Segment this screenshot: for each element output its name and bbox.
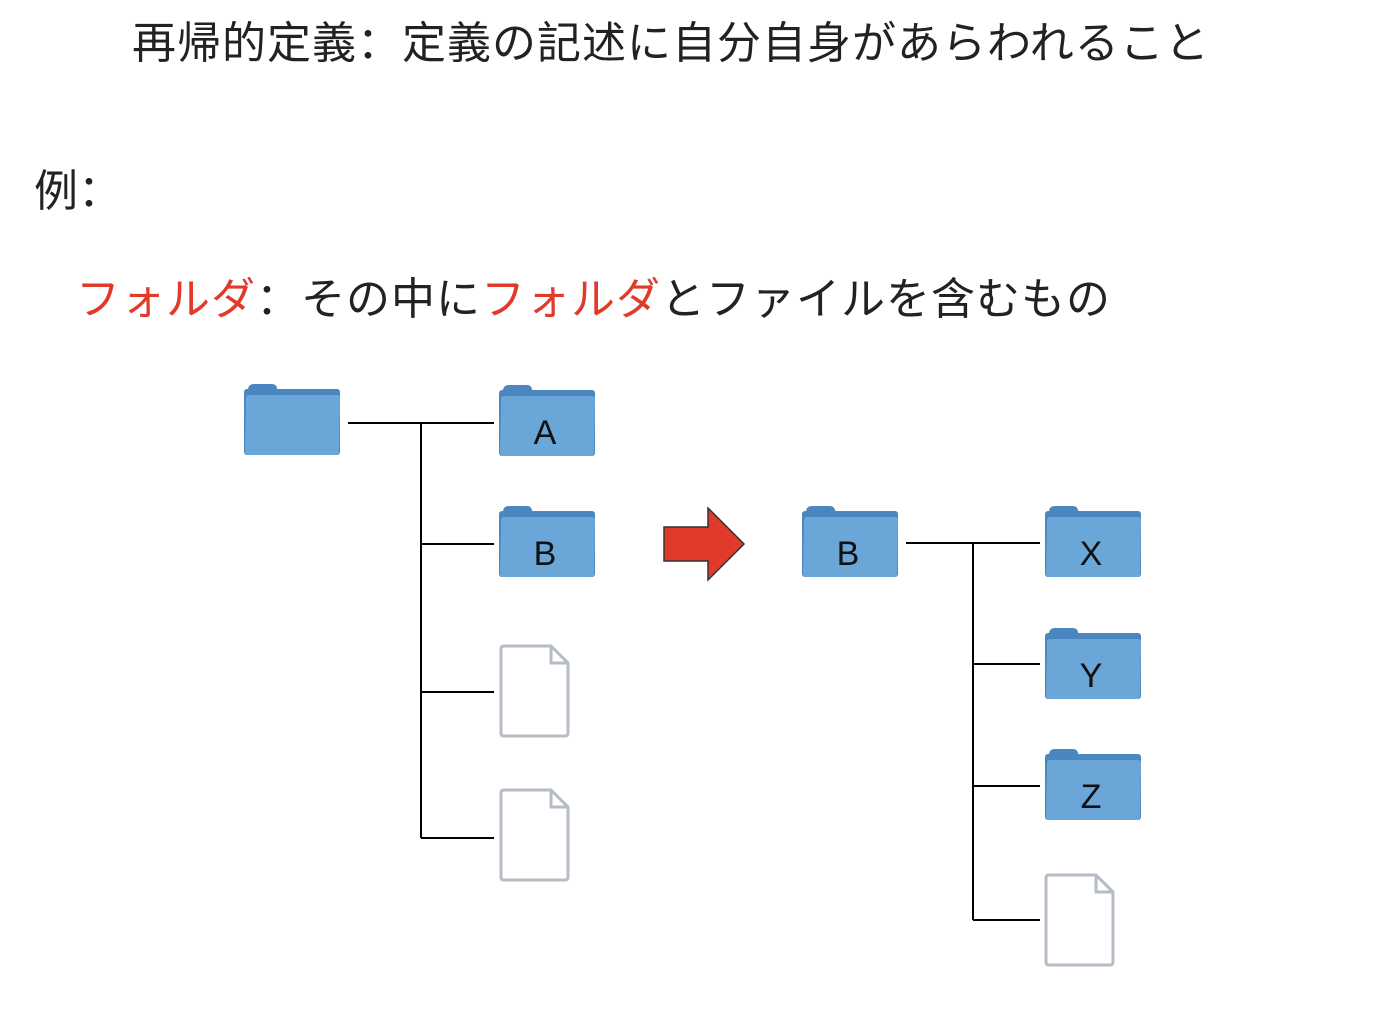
left-tree: A B	[244, 384, 595, 882]
left-tree-connectors	[348, 422, 494, 839]
folder-diagram: A B B X Y Z	[244, 384, 1141, 967]
right-tree-connectors	[906, 542, 1040, 921]
folder-label-root-b: B	[837, 535, 860, 573]
right-tree: B X Y Z	[802, 506, 1141, 967]
right-child-folder-x: X	[1045, 506, 1141, 577]
folder-label-b: B	[534, 535, 557, 573]
folder-label-z: Z	[1081, 778, 1102, 816]
left-file-icon-1	[499, 644, 570, 738]
folder-label-a: A	[534, 414, 557, 452]
right-file-icon	[1044, 873, 1115, 967]
folder-label-x: X	[1080, 535, 1103, 573]
left-file-icon-2	[499, 788, 570, 882]
right-root-folder-b: B	[802, 506, 898, 577]
left-root-folder-icon	[244, 384, 340, 455]
right-arrow-icon	[663, 506, 746, 582]
left-child-folder-a: A	[499, 385, 595, 456]
right-child-folder-y: Y	[1045, 628, 1141, 699]
right-child-folder-z: Z	[1045, 749, 1141, 820]
folder-label-y: Y	[1080, 657, 1103, 695]
left-child-folder-b: B	[499, 506, 595, 577]
